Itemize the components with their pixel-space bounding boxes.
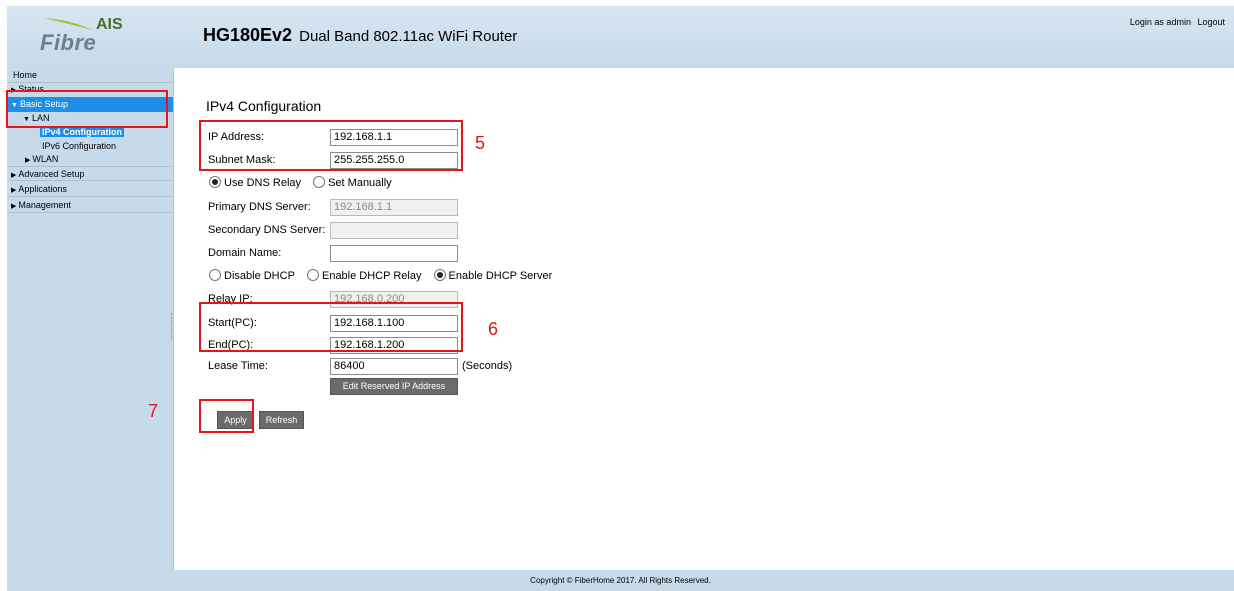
secondary-dns-input[interactable] [330, 222, 458, 239]
seconds-unit: (Seconds) [462, 360, 513, 372]
disable-dhcp-label: Disable DHCP [224, 270, 295, 282]
logo-ais-text: AIS [96, 16, 123, 33]
model-name: HG180Ev2 [203, 25, 293, 45]
domain-name-input[interactable] [330, 245, 458, 262]
annotation-box-basic-setup [6, 90, 168, 128]
sidebar-item-management[interactable]: ▶ Management [7, 198, 173, 213]
annotation-number-6: 6 [488, 319, 499, 339]
dns-manual-radio[interactable] [313, 176, 326, 188]
ais-fibre-logo: AIS Fibre [32, 10, 132, 64]
header: AIS Fibre HG180Ev2 Dual Band 802.11ac Wi… [7, 6, 1234, 68]
annotation-box-apply [199, 399, 254, 433]
dns-relay-radio[interactable] [209, 176, 221, 188]
annotation-number-5: 5 [475, 133, 486, 153]
caret-right-icon: ▶ [11, 187, 17, 194]
enable-server-radio[interactable] [433, 269, 446, 281]
page-title: IPv4 Configuration [206, 98, 322, 114]
edit-reserved-ip-button[interactable]: Edit Reserved IP Address [330, 378, 458, 395]
sidebar-applications-label: Applications [18, 184, 67, 194]
sidebar-home-label: Home [13, 70, 38, 80]
sidebar-item-applications[interactable]: ▶ Applications [7, 182, 173, 197]
primary-dns-input[interactable]: 192.168.1.1 [330, 199, 458, 216]
sidebar-wlan-label: WLAN [32, 154, 59, 164]
caret-right-icon: ▶ [11, 172, 17, 179]
annotation-box-ip-subnet [199, 120, 463, 171]
enable-relay-label: Enable DHCP Relay [321, 270, 422, 282]
disable-dhcp-radio[interactable] [209, 269, 221, 281]
sidebar-item-home[interactable]: Home [7, 68, 173, 83]
sidebar-item-wlan[interactable]: ▶ WLAN [7, 153, 173, 165]
sidebar-ipv4-label: IPv4 Configuration [40, 127, 125, 137]
footer-copyright: Copyright © FiberHome 2017. All Rights R… [7, 570, 1234, 591]
logout-link[interactable]: Logout [1197, 17, 1225, 27]
annotation-number-7: 7 [148, 401, 159, 421]
sidebar-ipv6-label: IPv6 Configuration [42, 141, 117, 151]
enable-server-label: Enable DHCP Server [448, 270, 553, 282]
model-description: Dual Band 802.11ac WiFi Router [299, 28, 518, 45]
sidebar-management-label: Management [18, 200, 71, 210]
sidebar-item-ipv6[interactable]: IPv6 Configuration [7, 140, 173, 152]
lease-time-label: Lease Time: [208, 360, 268, 372]
caret-right-icon: ▶ [11, 203, 17, 210]
primary-dns-label: Primary DNS Server: [208, 201, 311, 213]
login-as-text: Login as admin [1129, 17, 1191, 27]
dhcp-mode-radios: Disable DHCP Enable DHCP Relay Enable DH… [209, 269, 561, 282]
enable-relay-radio[interactable] [306, 269, 319, 281]
dns-manual-label: Set Manually [328, 177, 392, 189]
dns-relay-label: Use DNS Relay [224, 177, 302, 189]
login-info: Login as admin Logout [1126, 17, 1225, 27]
sidebar: Home ▶ Status ▼ Basic Setup ▼ LAN IPv4 Conf… [7, 68, 174, 570]
router-model-title: HG180Ev2 Dual Band 802.11ac WiFi Router [203, 25, 517, 46]
domain-name-label: Domain Name: [208, 247, 282, 259]
logo-fibre-text: Fibre [40, 30, 97, 55]
annotation-box-start-end [199, 302, 463, 352]
dns-mode-radios: Use DNS Relay Set Manually [209, 176, 401, 189]
secondary-dns-label: Secondary DNS Server: [208, 224, 326, 236]
lease-time-input[interactable]: 86400 [330, 358, 458, 375]
refresh-button[interactable]: Refresh [259, 411, 304, 429]
sidebar-advanced-label: Advanced Setup [18, 169, 85, 179]
sidebar-item-advanced-setup[interactable]: ▶ Advanced Setup [7, 166, 173, 181]
